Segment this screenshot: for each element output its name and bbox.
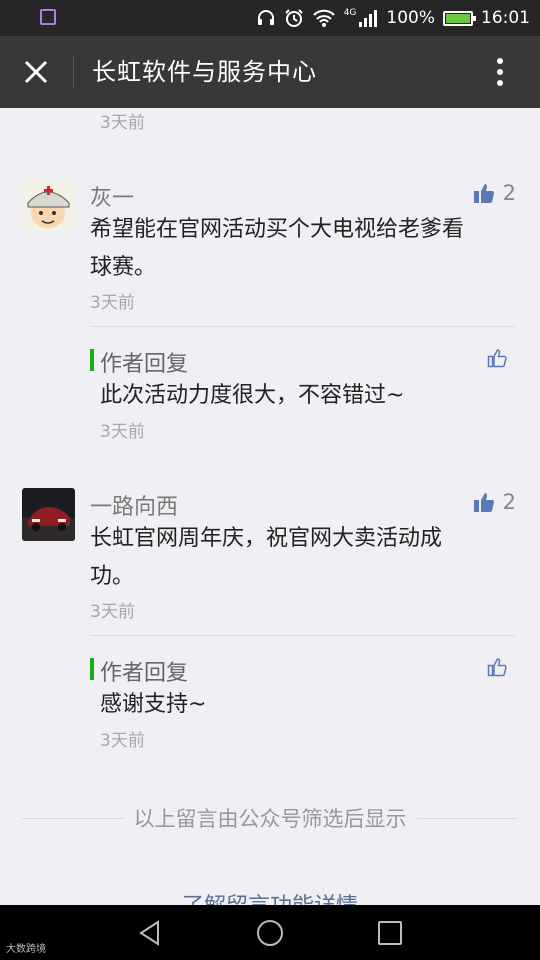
- divider: [90, 326, 516, 327]
- thumbs-up-icon: [473, 184, 494, 203]
- gallery-notification-icon: [40, 9, 56, 25]
- avatar[interactable]: [22, 488, 75, 541]
- battery-icon: [443, 10, 476, 26]
- close-icon[interactable]: [18, 54, 54, 90]
- alarm-icon: [284, 9, 303, 27]
- comment-text-line1: 希望能在官网活动买个大电视给老爹看: [90, 217, 465, 242]
- comment-username[interactable]: 一路向西: [90, 489, 178, 521]
- filter-notice-text: 以上留言由公众号筛选后显示: [133, 807, 407, 831]
- author-reply-label: 作者回复: [100, 352, 189, 377]
- home-icon[interactable]: [255, 919, 285, 947]
- like-button[interactable]: 2: [473, 490, 516, 514]
- battery-percent: 100%: [386, 8, 435, 28]
- network-type: 4G: [343, 8, 357, 18]
- recent-apps-icon[interactable]: [377, 919, 403, 947]
- status-bar: 4G 100% 16:01: [0, 0, 540, 36]
- filter-notice: 以上留言由公众号筛选后显示: [22, 803, 518, 833]
- title-divider: [73, 56, 74, 88]
- comment-text-line1: 长虹官网周年庆，祝官网大卖活动成: [90, 526, 443, 551]
- learn-more-link[interactable]: 了解留言功能详情: [0, 888, 540, 905]
- like-count: 2: [502, 181, 516, 205]
- comment-time: 3天前: [90, 602, 135, 622]
- headphones-icon: [257, 10, 274, 25]
- back-icon[interactable]: [136, 919, 164, 947]
- title-bar: 长虹软件与服务中心: [0, 36, 540, 108]
- reply-accent-bar: [90, 658, 94, 680]
- author-reply-text: 感谢支持~: [100, 692, 207, 717]
- status-icons: 4G 100% 16:01: [256, 0, 530, 36]
- previous-reply-time: 3天前: [100, 113, 145, 133]
- reply-like-icon[interactable]: [487, 348, 507, 368]
- author-reply-time: 3天前: [100, 731, 145, 751]
- comment-text-line2: 球赛。: [90, 255, 157, 280]
- divider: [22, 817, 124, 819]
- watermark: 大数跨境: [6, 944, 46, 955]
- author-reply-label: 作者回复: [100, 661, 189, 686]
- comment-username[interactable]: 灰一: [90, 180, 134, 212]
- clock: 16:01: [481, 8, 530, 28]
- like-count: 2: [502, 490, 516, 514]
- reply-accent-bar: [90, 349, 94, 371]
- wifi-icon: [312, 9, 335, 27]
- more-options-icon[interactable]: [490, 56, 510, 88]
- author-reply-text: 此次活动力度很大，不容错过~: [100, 383, 405, 408]
- thumbs-up-icon: [473, 493, 494, 512]
- like-button[interactable]: 2: [473, 181, 516, 205]
- author-reply-time: 3天前: [100, 422, 145, 442]
- avatar[interactable]: [22, 179, 75, 232]
- page-title: 长虹软件与服务中心: [92, 58, 317, 86]
- comment-time: 3天前: [90, 293, 135, 313]
- comment-text-line2: 功。: [90, 564, 135, 589]
- signal-icon: [359, 10, 378, 27]
- reply-like-icon[interactable]: [487, 657, 507, 677]
- divider: [90, 635, 516, 636]
- comments-list[interactable]: 3天前 灰一 2 希望能在官网活动买个大电视给老爹看 球赛。 3天前 作者回复 …: [0, 108, 540, 905]
- navigation-bar: 大数跨境: [0, 905, 540, 960]
- divider: [416, 817, 518, 819]
